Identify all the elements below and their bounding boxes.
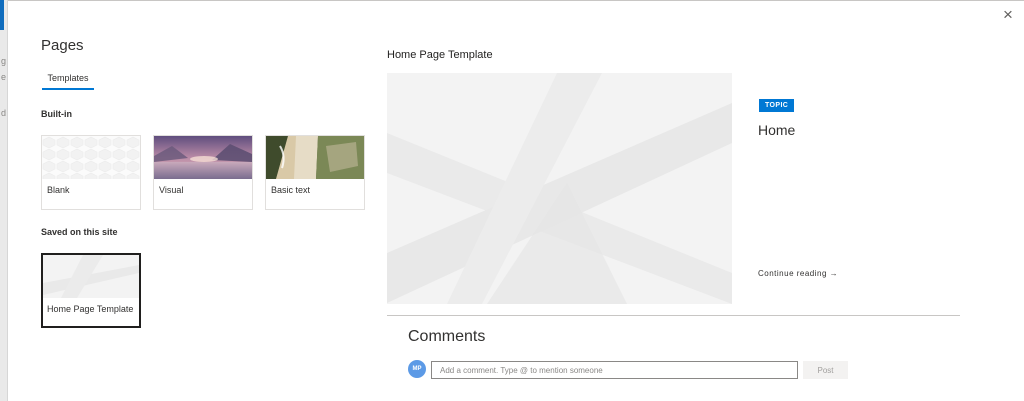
panel-title: Pages	[41, 37, 84, 54]
background-glyph: d	[1, 108, 7, 118]
pages-template-panel: × Pages Templates Built-in Blank Visual …	[8, 0, 1024, 401]
template-thumbnail-blank	[42, 136, 140, 179]
arrow-right-icon: →	[829, 269, 839, 278]
tab-selected-indicator	[42, 88, 94, 90]
template-card-blank[interactable]: Blank	[41, 135, 141, 210]
template-thumbnail-basic-text	[266, 136, 364, 179]
built-in-section-label: Built-in	[41, 109, 72, 119]
comments-divider	[387, 315, 960, 316]
topic-badge: TOPIC	[759, 99, 795, 112]
template-thumbnail-visual	[154, 136, 252, 179]
background-app-strip: g e d	[0, 0, 8, 401]
comment-input[interactable]	[431, 361, 798, 379]
template-card-basic-text[interactable]: Basic text	[265, 135, 365, 210]
template-name: Visual	[159, 185, 184, 195]
background-glyph: e	[1, 72, 7, 82]
continue-reading-link[interactable]: Continue reading →	[758, 269, 838, 278]
template-card-home-page-template[interactable]: Home Page Template	[41, 253, 141, 328]
post-button[interactable]: Post	[803, 361, 848, 379]
close-icon[interactable]: ×	[1000, 6, 1016, 23]
background-glyph: g	[1, 56, 7, 66]
hero-heading: Home	[758, 122, 796, 138]
background-app-accent	[0, 0, 4, 30]
tab-templates[interactable]: Templates	[42, 73, 94, 93]
saved-section-label: Saved on this site	[41, 227, 118, 237]
avatar: MP	[408, 360, 426, 378]
preview-title: Home Page Template	[387, 49, 493, 61]
template-card-visual[interactable]: Visual	[153, 135, 253, 210]
template-name: Blank	[47, 185, 70, 195]
comments-heading: Comments	[408, 328, 486, 345]
preview-hero-image	[387, 73, 732, 304]
template-name: Home Page Template	[47, 304, 134, 314]
template-thumbnail-home-page	[43, 255, 139, 298]
tab-label: Templates	[47, 73, 89, 83]
continue-reading-label: Continue reading	[758, 269, 827, 278]
template-name: Basic text	[271, 185, 311, 195]
